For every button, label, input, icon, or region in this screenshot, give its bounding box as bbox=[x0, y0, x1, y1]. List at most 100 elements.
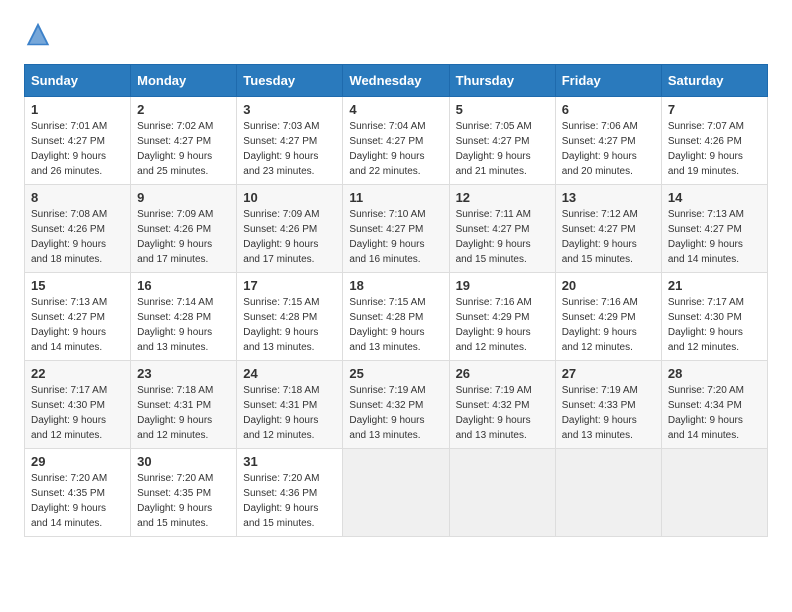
day-info: Sunrise: 7:11 AM Sunset: 4:27 PM Dayligh… bbox=[456, 207, 549, 267]
day-number: 11 bbox=[349, 190, 442, 205]
day-number: 14 bbox=[668, 190, 761, 205]
calendar-week-1: 1 Sunrise: 7:01 AM Sunset: 4:27 PM Dayli… bbox=[25, 97, 768, 185]
calendar-header-sunday: Sunday bbox=[25, 65, 131, 97]
day-number: 18 bbox=[349, 278, 442, 293]
calendar-cell bbox=[661, 449, 767, 537]
day-info: Sunrise: 7:02 AM Sunset: 4:27 PM Dayligh… bbox=[137, 119, 230, 179]
day-info: Sunrise: 7:20 AM Sunset: 4:35 PM Dayligh… bbox=[31, 471, 124, 531]
calendar-cell: 1 Sunrise: 7:01 AM Sunset: 4:27 PM Dayli… bbox=[25, 97, 131, 185]
day-info: Sunrise: 7:14 AM Sunset: 4:28 PM Dayligh… bbox=[137, 295, 230, 355]
day-info: Sunrise: 7:16 AM Sunset: 4:29 PM Dayligh… bbox=[562, 295, 655, 355]
day-info: Sunrise: 7:06 AM Sunset: 4:27 PM Dayligh… bbox=[562, 119, 655, 179]
calendar-cell: 2 Sunrise: 7:02 AM Sunset: 4:27 PM Dayli… bbox=[131, 97, 237, 185]
calendar-cell: 28 Sunrise: 7:20 AM Sunset: 4:34 PM Dayl… bbox=[661, 361, 767, 449]
calendar-cell: 4 Sunrise: 7:04 AM Sunset: 4:27 PM Dayli… bbox=[343, 97, 449, 185]
calendar-cell: 22 Sunrise: 7:17 AM Sunset: 4:30 PM Dayl… bbox=[25, 361, 131, 449]
day-number: 31 bbox=[243, 454, 336, 469]
logo bbox=[24, 20, 56, 48]
day-number: 30 bbox=[137, 454, 230, 469]
calendar-table: SundayMondayTuesdayWednesdayThursdayFrid… bbox=[24, 64, 768, 537]
calendar-cell bbox=[449, 449, 555, 537]
day-info: Sunrise: 7:09 AM Sunset: 4:26 PM Dayligh… bbox=[243, 207, 336, 267]
day-info: Sunrise: 7:04 AM Sunset: 4:27 PM Dayligh… bbox=[349, 119, 442, 179]
calendar-header-friday: Friday bbox=[555, 65, 661, 97]
calendar-cell: 3 Sunrise: 7:03 AM Sunset: 4:27 PM Dayli… bbox=[237, 97, 343, 185]
day-info: Sunrise: 7:03 AM Sunset: 4:27 PM Dayligh… bbox=[243, 119, 336, 179]
day-number: 6 bbox=[562, 102, 655, 117]
day-number: 10 bbox=[243, 190, 336, 205]
calendar-week-5: 29 Sunrise: 7:20 AM Sunset: 4:35 PM Dayl… bbox=[25, 449, 768, 537]
calendar-header-saturday: Saturday bbox=[661, 65, 767, 97]
calendar-cell: 8 Sunrise: 7:08 AM Sunset: 4:26 PM Dayli… bbox=[25, 185, 131, 273]
calendar-cell: 29 Sunrise: 7:20 AM Sunset: 4:35 PM Dayl… bbox=[25, 449, 131, 537]
calendar-header-wednesday: Wednesday bbox=[343, 65, 449, 97]
header bbox=[24, 20, 768, 48]
day-number: 1 bbox=[31, 102, 124, 117]
day-info: Sunrise: 7:01 AM Sunset: 4:27 PM Dayligh… bbox=[31, 119, 124, 179]
day-info: Sunrise: 7:07 AM Sunset: 4:26 PM Dayligh… bbox=[668, 119, 761, 179]
day-number: 5 bbox=[456, 102, 549, 117]
calendar-cell: 21 Sunrise: 7:17 AM Sunset: 4:30 PM Dayl… bbox=[661, 273, 767, 361]
day-number: 17 bbox=[243, 278, 336, 293]
day-number: 26 bbox=[456, 366, 549, 381]
day-info: Sunrise: 7:10 AM Sunset: 4:27 PM Dayligh… bbox=[349, 207, 442, 267]
day-info: Sunrise: 7:18 AM Sunset: 4:31 PM Dayligh… bbox=[137, 383, 230, 443]
day-info: Sunrise: 7:20 AM Sunset: 4:36 PM Dayligh… bbox=[243, 471, 336, 531]
calendar-cell: 18 Sunrise: 7:15 AM Sunset: 4:28 PM Dayl… bbox=[343, 273, 449, 361]
calendar-cell: 6 Sunrise: 7:06 AM Sunset: 4:27 PM Dayli… bbox=[555, 97, 661, 185]
day-info: Sunrise: 7:13 AM Sunset: 4:27 PM Dayligh… bbox=[668, 207, 761, 267]
calendar-cell: 26 Sunrise: 7:19 AM Sunset: 4:32 PM Dayl… bbox=[449, 361, 555, 449]
calendar-cell: 25 Sunrise: 7:19 AM Sunset: 4:32 PM Dayl… bbox=[343, 361, 449, 449]
day-number: 21 bbox=[668, 278, 761, 293]
calendar-cell: 27 Sunrise: 7:19 AM Sunset: 4:33 PM Dayl… bbox=[555, 361, 661, 449]
day-info: Sunrise: 7:13 AM Sunset: 4:27 PM Dayligh… bbox=[31, 295, 124, 355]
day-info: Sunrise: 7:19 AM Sunset: 4:32 PM Dayligh… bbox=[349, 383, 442, 443]
calendar-cell bbox=[555, 449, 661, 537]
day-number: 4 bbox=[349, 102, 442, 117]
day-number: 23 bbox=[137, 366, 230, 381]
day-info: Sunrise: 7:05 AM Sunset: 4:27 PM Dayligh… bbox=[456, 119, 549, 179]
calendar-cell: 5 Sunrise: 7:05 AM Sunset: 4:27 PM Dayli… bbox=[449, 97, 555, 185]
day-info: Sunrise: 7:12 AM Sunset: 4:27 PM Dayligh… bbox=[562, 207, 655, 267]
day-number: 9 bbox=[137, 190, 230, 205]
calendar-cell: 13 Sunrise: 7:12 AM Sunset: 4:27 PM Dayl… bbox=[555, 185, 661, 273]
day-number: 2 bbox=[137, 102, 230, 117]
day-info: Sunrise: 7:16 AM Sunset: 4:29 PM Dayligh… bbox=[456, 295, 549, 355]
day-info: Sunrise: 7:19 AM Sunset: 4:33 PM Dayligh… bbox=[562, 383, 655, 443]
day-number: 29 bbox=[31, 454, 124, 469]
day-info: Sunrise: 7:18 AM Sunset: 4:31 PM Dayligh… bbox=[243, 383, 336, 443]
calendar-cell: 14 Sunrise: 7:13 AM Sunset: 4:27 PM Dayl… bbox=[661, 185, 767, 273]
calendar-cell: 7 Sunrise: 7:07 AM Sunset: 4:26 PM Dayli… bbox=[661, 97, 767, 185]
day-info: Sunrise: 7:15 AM Sunset: 4:28 PM Dayligh… bbox=[243, 295, 336, 355]
day-number: 20 bbox=[562, 278, 655, 293]
day-number: 15 bbox=[31, 278, 124, 293]
day-info: Sunrise: 7:17 AM Sunset: 4:30 PM Dayligh… bbox=[31, 383, 124, 443]
calendar-cell: 11 Sunrise: 7:10 AM Sunset: 4:27 PM Dayl… bbox=[343, 185, 449, 273]
calendar-week-2: 8 Sunrise: 7:08 AM Sunset: 4:26 PM Dayli… bbox=[25, 185, 768, 273]
day-number: 19 bbox=[456, 278, 549, 293]
day-number: 7 bbox=[668, 102, 761, 117]
day-info: Sunrise: 7:19 AM Sunset: 4:32 PM Dayligh… bbox=[456, 383, 549, 443]
calendar-week-3: 15 Sunrise: 7:13 AM Sunset: 4:27 PM Dayl… bbox=[25, 273, 768, 361]
day-info: Sunrise: 7:17 AM Sunset: 4:30 PM Dayligh… bbox=[668, 295, 761, 355]
day-number: 24 bbox=[243, 366, 336, 381]
calendar-header-monday: Monday bbox=[131, 65, 237, 97]
day-number: 3 bbox=[243, 102, 336, 117]
day-number: 25 bbox=[349, 366, 442, 381]
day-number: 27 bbox=[562, 366, 655, 381]
calendar-cell: 9 Sunrise: 7:09 AM Sunset: 4:26 PM Dayli… bbox=[131, 185, 237, 273]
calendar-header-tuesday: Tuesday bbox=[237, 65, 343, 97]
calendar-cell: 15 Sunrise: 7:13 AM Sunset: 4:27 PM Dayl… bbox=[25, 273, 131, 361]
calendar-cell: 31 Sunrise: 7:20 AM Sunset: 4:36 PM Dayl… bbox=[237, 449, 343, 537]
calendar-cell: 12 Sunrise: 7:11 AM Sunset: 4:27 PM Dayl… bbox=[449, 185, 555, 273]
calendar-cell: 30 Sunrise: 7:20 AM Sunset: 4:35 PM Dayl… bbox=[131, 449, 237, 537]
day-number: 16 bbox=[137, 278, 230, 293]
day-info: Sunrise: 7:08 AM Sunset: 4:26 PM Dayligh… bbox=[31, 207, 124, 267]
day-info: Sunrise: 7:20 AM Sunset: 4:34 PM Dayligh… bbox=[668, 383, 761, 443]
day-number: 13 bbox=[562, 190, 655, 205]
logo-icon bbox=[24, 20, 52, 48]
day-info: Sunrise: 7:20 AM Sunset: 4:35 PM Dayligh… bbox=[137, 471, 230, 531]
calendar-cell: 17 Sunrise: 7:15 AM Sunset: 4:28 PM Dayl… bbox=[237, 273, 343, 361]
calendar-cell: 23 Sunrise: 7:18 AM Sunset: 4:31 PM Dayl… bbox=[131, 361, 237, 449]
calendar-cell bbox=[343, 449, 449, 537]
